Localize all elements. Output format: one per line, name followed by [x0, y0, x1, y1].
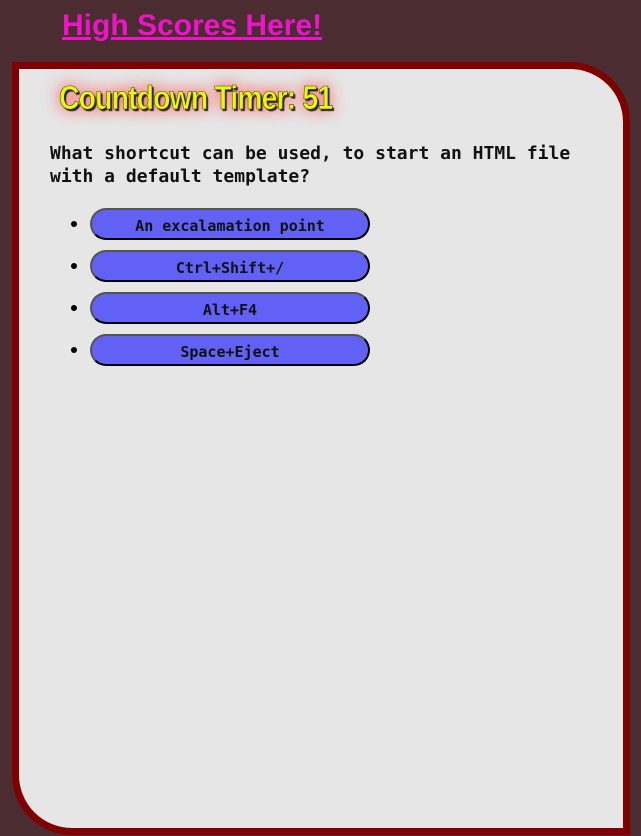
question-text: What shortcut can be used, to start an H…: [50, 143, 571, 187]
answer-list: An excalamation point Ctrl+Shift+/ Alt+F…: [49, 208, 370, 376]
answer-list-item: Ctrl+Shift+/: [90, 250, 370, 282]
answer-button-1[interactable]: An excalamation point: [90, 208, 370, 240]
answer-button-4[interactable]: Space+Eject: [90, 334, 370, 366]
high-scores-link[interactable]: High Scores Here!: [62, 7, 322, 45]
answer-list-item: Alt+F4: [90, 292, 370, 324]
answer-button-2[interactable]: Ctrl+Shift+/: [90, 250, 370, 282]
quiz-card: Countdown Timer: 51 What shortcut can be…: [12, 62, 630, 835]
countdown-timer: Countdown Timer: 51: [59, 79, 334, 117]
answer-list-item: An excalamation point: [90, 208, 370, 240]
answer-button-3[interactable]: Alt+F4: [90, 292, 370, 324]
answer-list-item: Space+Eject: [90, 334, 370, 366]
